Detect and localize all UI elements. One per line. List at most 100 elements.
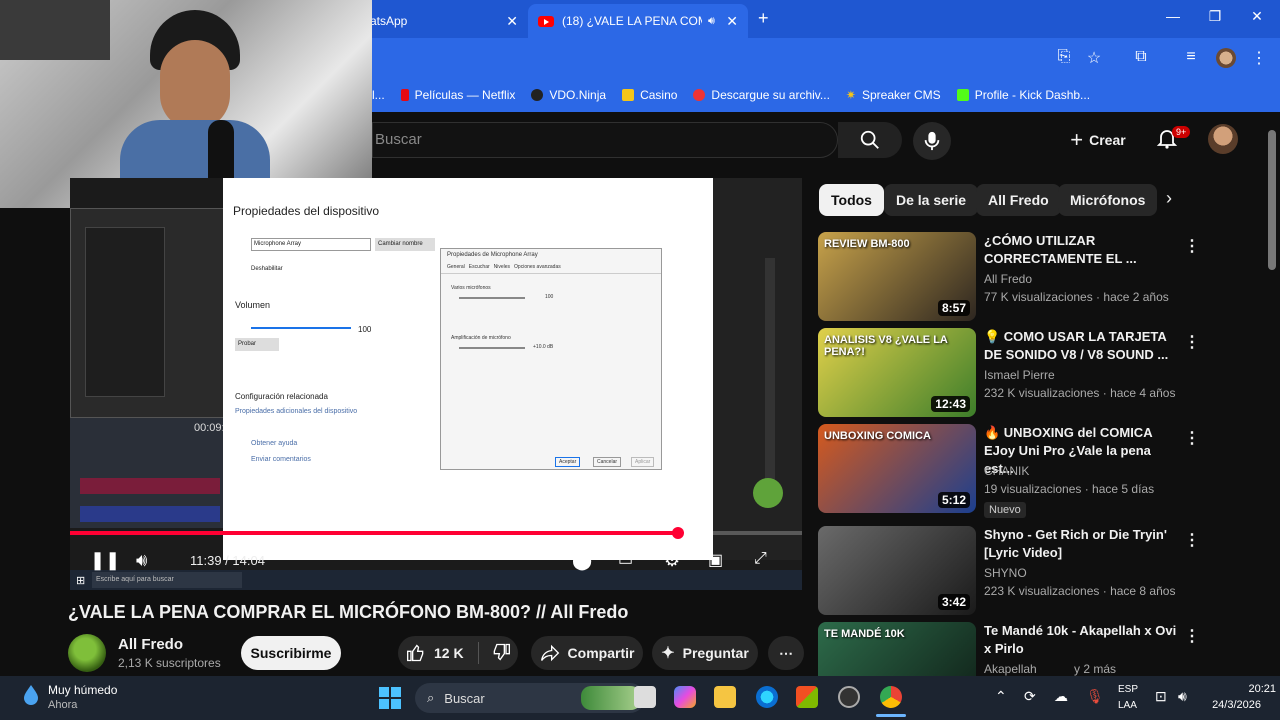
settings-gear-icon[interactable]: ⚙ [664,550,680,571]
recommendation-title[interactable]: Te Mandé 10k - Akapellah x Ovi x Pirlo [984,622,1180,658]
copilot-icon[interactable] [674,686,696,708]
active-app-indicator [876,714,906,717]
bookmark-kick[interactable]: Profile - Kick Dashb... [956,88,1090,102]
recommendation-item[interactable]: UNBOXING COMICA 5:12 🔥 UNBOXING del COMICA… [818,424,1268,518]
share-button[interactable]: Compartir [531,636,643,670]
recommendation-title[interactable]: ¿CÓMO UTILIZAR CORRECTAMENTE EL ... [984,232,1180,268]
more-actions-button[interactable]: ⋯ [768,636,804,670]
recommendation-item[interactable]: 3:42 Shyno - Get Rich or Die Tryin' [Lyri… [818,526,1268,618]
recommendation-channel[interactable]: Ismael Pierre [984,368,1055,382]
task-view-icon[interactable] [634,686,656,708]
more-vertical-icon[interactable]: ⋮ [1184,332,1200,352]
chevron-right-icon[interactable]: › [1166,188,1172,209]
more-vertical-icon[interactable]: ⋮ [1184,428,1200,448]
recommendation-title[interactable]: 💡 COMO USAR LA TARJETA DE SONIDO V8 / V8… [984,328,1180,364]
new-tab-button[interactable]: + [758,8,769,29]
recommendation-channel[interactable]: All Fredo [984,272,1032,286]
recommendation-channel[interactable]: SHYNO [984,566,1027,580]
create-button[interactable]: + Crear [1058,124,1138,156]
channel-avatar[interactable] [68,634,106,672]
language-code[interactable]: ESP [1118,684,1138,695]
chip-de-la-serie[interactable]: De la serie [884,184,979,216]
weather-title[interactable]: Muy húmedo [48,683,117,697]
microphone-tray-icon[interactable]: 🎙︎ [1086,688,1104,705]
volume-icon[interactable]: 🔊︎ [136,550,147,571]
more-vertical-icon[interactable]: ⋮ [1184,236,1200,256]
progress-scrubber[interactable] [671,527,684,539]
pause-icon[interactable]: ❚❚ [90,550,120,571]
search-button[interactable] [838,122,902,158]
file-explorer-icon[interactable] [714,686,736,708]
chrome-icon[interactable] [880,686,902,708]
like-count: 12 K [434,645,464,661]
sync-icon[interactable]: ⟳ [1024,688,1036,705]
chip-todos[interactable]: Todos [819,184,884,216]
video-thumbnail[interactable]: ANALISIS V8 ¿VALE LA PENA?! 12:43 [818,328,976,417]
bookmark-truncated[interactable]: l... [372,88,385,102]
more-vertical-icon[interactable]: ⋮ [1184,530,1200,550]
miniplayer-icon[interactable]: ▣ [708,550,723,570]
bookmark-download[interactable]: Descargue su archiv... [693,88,830,102]
progress-fill [70,531,678,535]
cast-icon[interactable]: ⎘ [1053,48,1075,66]
autoplay-toggle[interactable]: ⬤ [572,550,592,571]
close-icon[interactable]: ✕ [506,13,518,30]
video-player[interactable]: 00:09: Propiedades del dispositivo Micro… [70,178,802,590]
chevron-up-icon[interactable]: ⌃ [995,688,1007,705]
clock-time[interactable]: 20:21 [1220,683,1276,695]
subscribe-button[interactable]: Suscribirme [241,636,341,670]
duration-badge: 3:42 [937,594,970,610]
more-vertical-icon[interactable]: ⋮ [1184,626,1200,646]
speaker-tray-icon[interactable]: 🔊︎ [1178,688,1187,705]
windows-start-icon[interactable] [378,686,402,710]
voice-search-button[interactable] [913,122,951,160]
recommendation-channel[interactable]: CHANIK [984,464,1029,478]
subtitles-icon[interactable]: ▭ [618,550,633,570]
track-clip [80,478,220,494]
boost-label: Amplificación de micrófono [451,335,511,341]
ask-button[interactable]: ✦ Preguntar [652,636,758,670]
minimize-icon[interactable]: — [1158,8,1188,24]
close-window-icon[interactable]: ✕ [1242,8,1272,25]
chip-all-fredo[interactable]: All Fredo [976,184,1061,216]
cloud-icon[interactable]: ☁ [1054,688,1068,705]
recommendation-channel[interactable]: Akapellah [984,662,1037,676]
app-icon[interactable] [838,686,860,708]
search-input[interactable]: Buscar [372,122,838,158]
fullscreen-icon[interactable]: ⤢ [754,550,767,568]
recommendation-title[interactable]: Shyno - Get Rich or Die Tryin' [Lyric Vi… [984,526,1180,562]
bookmark-casino[interactable]: Casino [622,88,677,102]
media-controls-icon[interactable]: ≡ [1180,48,1202,66]
video-progress-bar[interactable] [70,527,802,539]
keyboard-layout[interactable]: LAA [1118,700,1137,711]
video-thumbnail[interactable]: UNBOXING COMICA 5:12 [818,424,976,513]
channel-name[interactable]: All Fredo [118,636,183,653]
video-thumbnail[interactable]: REVIEW BM-800 8:57 [818,232,976,321]
extensions-icon[interactable]: ⧉ [1130,48,1152,66]
tab-youtube[interactable]: (18) ¿VALE LA PENA COMPR 🔊︎ ✕ [528,4,748,38]
dislike-button[interactable] [491,642,511,665]
network-icon[interactable]: ⊡ [1155,688,1167,705]
scrollbar[interactable] [1268,130,1276,270]
bookmark-vdoninja[interactable]: VDO.Ninja [531,88,606,102]
close-icon[interactable]: ✕ [726,13,738,30]
bookmark-netflix[interactable]: Películas — Netflix [400,88,515,102]
chip-microfonos[interactable]: Micrófonos [1058,184,1158,216]
bookmark-spreaker[interactable]: ✷ Spreaker CMS [846,88,941,102]
tab-whatsapp[interactable]: atsApp ✕ [360,4,528,38]
recommendation-item[interactable]: REVIEW BM-800 8:57 ¿CÓMO UTILIZAR CORRECTA… [818,232,1268,324]
menu-kebab-icon[interactable]: ⋮ [1248,48,1270,68]
restore-icon[interactable]: ❐ [1200,8,1230,25]
video-thumbnail[interactable]: 3:42 [818,526,976,615]
profile-avatar[interactable] [1216,48,1236,68]
edge-icon[interactable] [756,686,778,708]
bookmark-star-icon[interactable]: ☆ [1083,48,1105,68]
like-button[interactable]: 12 K [406,643,464,663]
timecode-label: 00:09: [194,422,225,434]
clock-date[interactable]: 24/3/2026 [1205,699,1261,711]
speaker-icon[interactable]: 🔊︎ [708,15,715,28]
store-icon[interactable] [796,686,818,708]
account-avatar[interactable] [1208,124,1238,154]
taskbar-search[interactable]: ⌕ Buscar [415,683,645,713]
recommendation-item[interactable]: ANALISIS V8 ¿VALE LA PENA?! 12:43 💡 COMO U… [818,328,1268,420]
